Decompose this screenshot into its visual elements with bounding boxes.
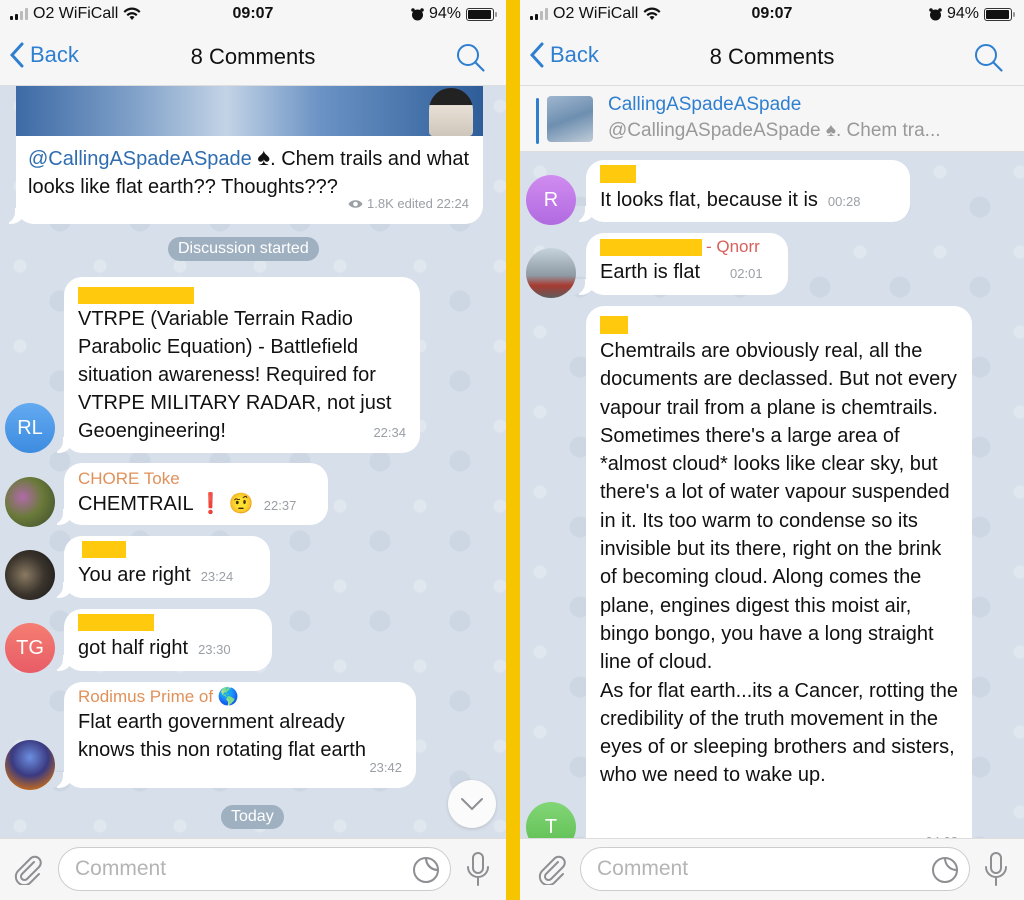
post-mention[interactable]: @CallingASpadeASpade (28, 148, 252, 170)
pinned-title: CallingASpadeASpade (608, 94, 802, 115)
status-bar: O2 WiFiCall 09:07 94% (0, 0, 506, 30)
page-title: 8 Comments (709, 44, 835, 69)
comment-time: 22:37 (263, 498, 297, 513)
redacted-sender (82, 541, 126, 558)
nav-bar: Back 8 Comments (0, 30, 506, 86)
pinned-text: @CallingASpadeASpade ♠. Chem tra... (608, 120, 941, 141)
page-title: 8 Comments (190, 44, 316, 69)
comment-time: 00:28 (827, 194, 861, 209)
post-edited: edited 22:24 (397, 196, 469, 211)
comment-bubble[interactable]: Chemtrails are obviously real, all the d… (586, 306, 972, 866)
comment-text: CHEMTRAIL (78, 493, 193, 515)
post-views: 1.8K (367, 196, 394, 211)
paperclip-icon[interactable] (12, 853, 42, 885)
battery-percent: 94% (428, 5, 461, 22)
comment-text: got half right (78, 637, 189, 659)
sender-name[interactable]: - Qnorr (600, 236, 774, 258)
comment-input[interactable] (75, 857, 375, 881)
avatar-photo[interactable] (5, 550, 55, 600)
comment-text: Chemtrails are obviously real, all the d… (600, 340, 958, 787)
chevron-down-icon (461, 798, 483, 811)
avatar-photo[interactable] (5, 740, 55, 790)
avatar-photo[interactable] (5, 477, 55, 527)
left-screen: O2 WiFiCall 09:07 94% Back 8 Comments @C… (0, 0, 506, 900)
sender-name[interactable]: CHORE Toke (78, 468, 314, 490)
microphone-icon[interactable] (984, 851, 1008, 887)
comment-input-wrapper (580, 847, 970, 891)
avatar[interactable]: RL (5, 403, 55, 453)
comment-text: VTRPE (Variable Terrain Radio Parabolic … (78, 308, 392, 442)
discussion-started-label: Discussion started (168, 237, 319, 261)
comment-text: It looks flat, because it is (600, 189, 818, 211)
pinned-thumbnail (547, 96, 593, 142)
battery-icon (466, 7, 497, 21)
microphone-icon[interactable] (466, 851, 490, 887)
alarm-icon (929, 7, 942, 20)
comment-time: 22:34 (373, 425, 406, 440)
redacted-sender (600, 165, 636, 183)
eye-icon (348, 200, 363, 208)
pinned-post[interactable]: CallingASpadeASpade @CallingASpadeASpade… (520, 86, 1024, 152)
post-image[interactable] (16, 86, 483, 136)
status-right: 94% (411, 5, 497, 23)
comment-time: 23:30 (198, 642, 231, 657)
post-meta: 1.8K edited 22:24 (348, 190, 469, 218)
post-image-face (429, 88, 473, 136)
comment-input[interactable] (597, 857, 897, 881)
sticker-icon[interactable] (931, 856, 959, 884)
scroll-down-button[interactable] (448, 780, 496, 828)
comment-text: You are right (78, 564, 191, 586)
comment-bubble[interactable]: got half right 23:30 (49, 609, 272, 671)
battery-icon (984, 7, 1015, 21)
comment-bubble[interactable]: - Qnorr Earth is flat 02:01 (571, 233, 788, 295)
status-bar: O2 WiFiCall 09:07 94% (520, 0, 1024, 30)
nav-bar: Back 8 Comments (520, 30, 1024, 86)
spade-icon: ♠ (257, 144, 271, 171)
redacted-sender (78, 614, 154, 631)
avatar[interactable]: R (526, 175, 576, 225)
paperclip-icon[interactable] (536, 853, 566, 885)
comment-input-wrapper (58, 847, 451, 891)
comment-time: 23:42 (369, 760, 402, 775)
comment-bubble[interactable]: You are right 23:24 (49, 536, 270, 598)
avatar-photo[interactable] (526, 248, 576, 298)
alarm-icon (411, 7, 424, 20)
comment-text: Flat earth government already knows this… (78, 711, 366, 761)
comment-bubble[interactable]: It looks flat, because it is 00:28 (571, 160, 910, 222)
redacted-sender (600, 238, 702, 256)
search-icon[interactable] (456, 43, 486, 73)
status-right: 94% (929, 5, 1015, 23)
today-label: Today (221, 805, 284, 829)
avatar[interactable]: TG (5, 623, 55, 673)
comment-time: 23:24 (200, 569, 234, 584)
globe-icon: 🌎 (217, 687, 240, 706)
right-screen: O2 WiFiCall 09:07 94% Back 8 Comments Ca… (520, 0, 1024, 900)
redacted-sender (600, 316, 628, 334)
sticker-icon[interactable] (412, 856, 440, 884)
comment-text: Earth is flat (600, 261, 701, 283)
comment-bubble[interactable]: Rodimus Prime of 🌎 Flat earth government… (49, 682, 416, 788)
sender-name[interactable]: Rodimus Prime of 🌎 (78, 686, 402, 708)
channel-post[interactable]: @CallingASpadeASpade ♠. Chem trails and … (1, 136, 483, 224)
search-icon[interactable] (974, 43, 1004, 73)
emoji: ❗ 🤨 (198, 493, 254, 515)
comment-bubble[interactable]: VTRPE (Variable Terrain Radio Parabolic … (49, 277, 420, 453)
battery-percent: 94% (946, 5, 979, 22)
comment-bubble[interactable]: CHORE Toke CHEMTRAIL ❗ 🤨 22:37 (49, 463, 328, 525)
comment-time: 02:01 (730, 266, 763, 281)
pinned-accent-bar (536, 98, 539, 144)
redacted-sender (78, 287, 194, 304)
composer (0, 838, 506, 900)
composer (520, 838, 1024, 900)
